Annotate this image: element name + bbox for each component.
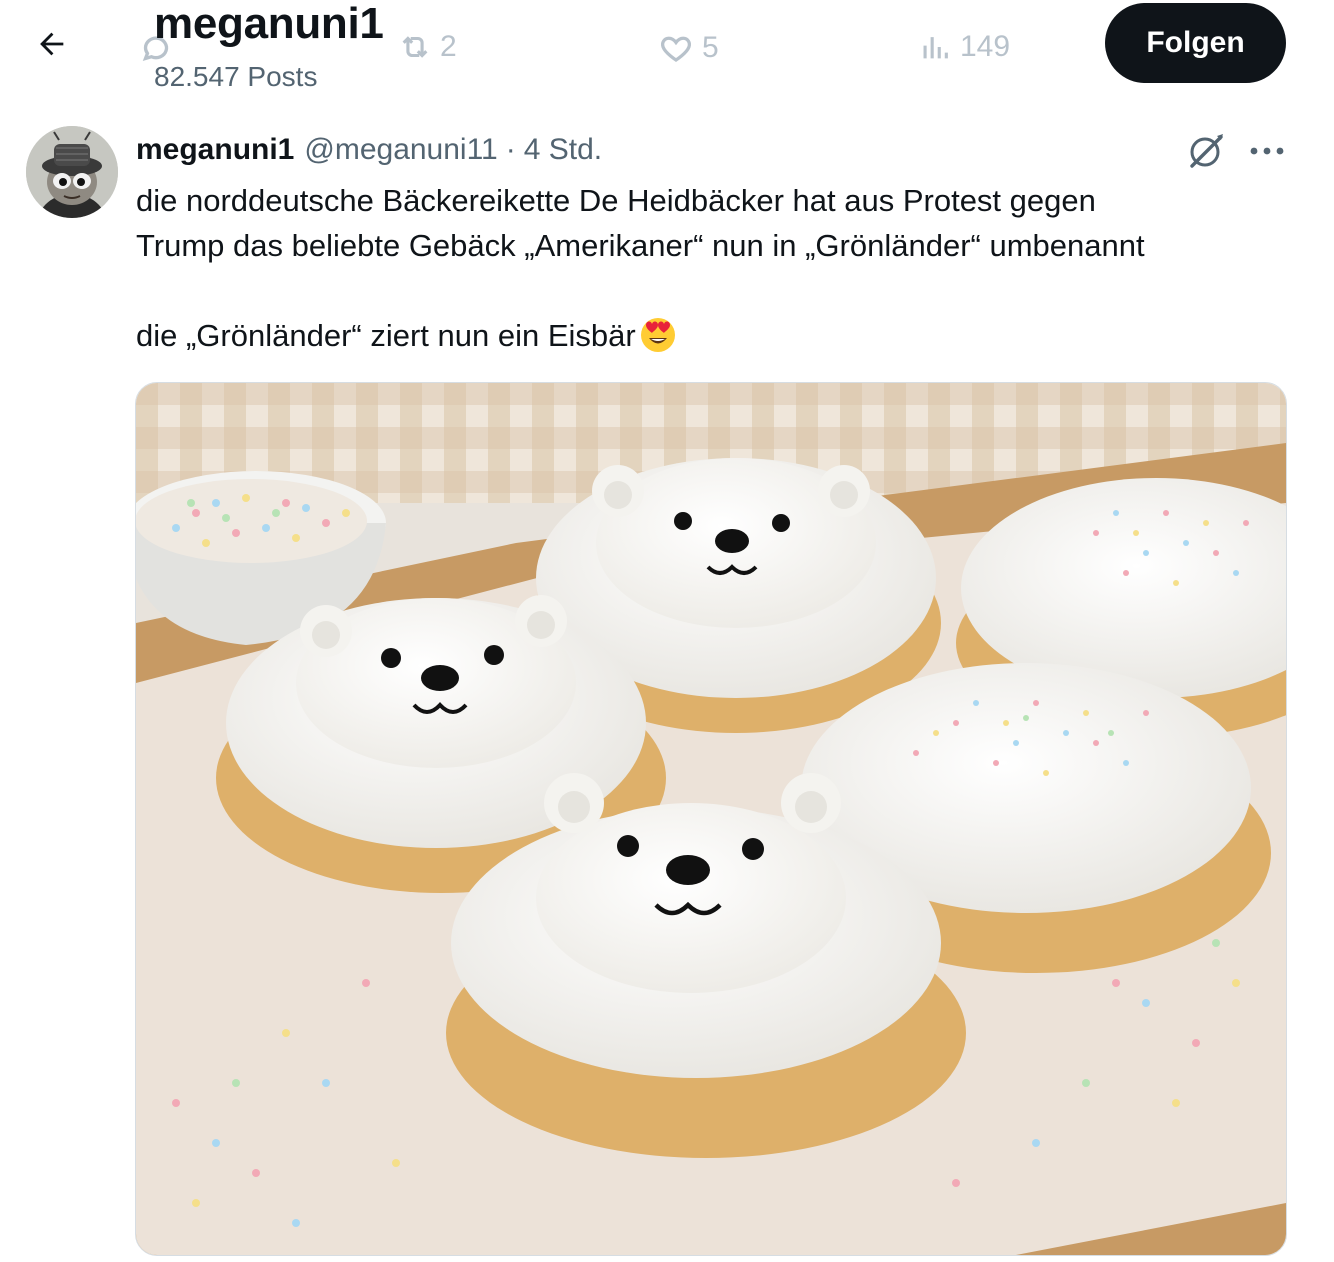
heart-icon: [661, 36, 691, 62]
grok-icon: [1190, 134, 1223, 168]
tweet-text-line: die „Grönländer“ ziert nun ein Eisbär: [136, 313, 1296, 358]
back-button[interactable]: [30, 22, 74, 66]
heart-eyes-emoji-icon: [640, 318, 675, 352]
views-count: 149: [960, 30, 1011, 63]
like-action[interactable]: 5: [658, 30, 719, 66]
tweet-text: die norddeutsche Bäckereikette De Heidbä…: [136, 178, 1296, 358]
follow-button[interactable]: Folgen: [1105, 3, 1286, 83]
retweet-count: 2: [440, 30, 457, 63]
timestamp[interactable]: 4 Std.: [524, 133, 602, 167]
profile-title: meganuni1: [154, 0, 384, 48]
more-icon: [1250, 147, 1284, 155]
views-action[interactable]: 149: [918, 30, 1010, 64]
views-icon: [923, 37, 948, 59]
tweet-header: meganuni1 @meganuni11 · 4 Std.: [136, 128, 602, 172]
tweet-text-line: Trump das beliebte Gebäck „Amerikaner“ n…: [136, 228, 1145, 263]
separator-dot: ·: [505, 133, 516, 166]
grok-button[interactable]: [1184, 128, 1230, 174]
tweet-text-line-content: die „Grönländer“ ziert nun ein Eisbär: [136, 318, 636, 353]
avatar[interactable]: [26, 126, 118, 218]
retweet-icon: [402, 36, 428, 58]
tweet-text-line: die norddeutsche Bäckereikette De Heidbä…: [136, 183, 1096, 218]
display-name[interactable]: meganuni1: [136, 133, 294, 167]
tweet-image[interactable]: [135, 382, 1287, 1256]
post-count: 82.547 Posts: [154, 61, 318, 92]
user-handle[interactable]: @meganuni11: [304, 133, 497, 167]
like-count: 5: [702, 31, 719, 64]
arrow-left-icon: [40, 32, 64, 56]
more-button[interactable]: [1244, 128, 1290, 174]
retweet-action[interactable]: 2: [398, 30, 457, 64]
cookies-photo: [136, 383, 1286, 1255]
